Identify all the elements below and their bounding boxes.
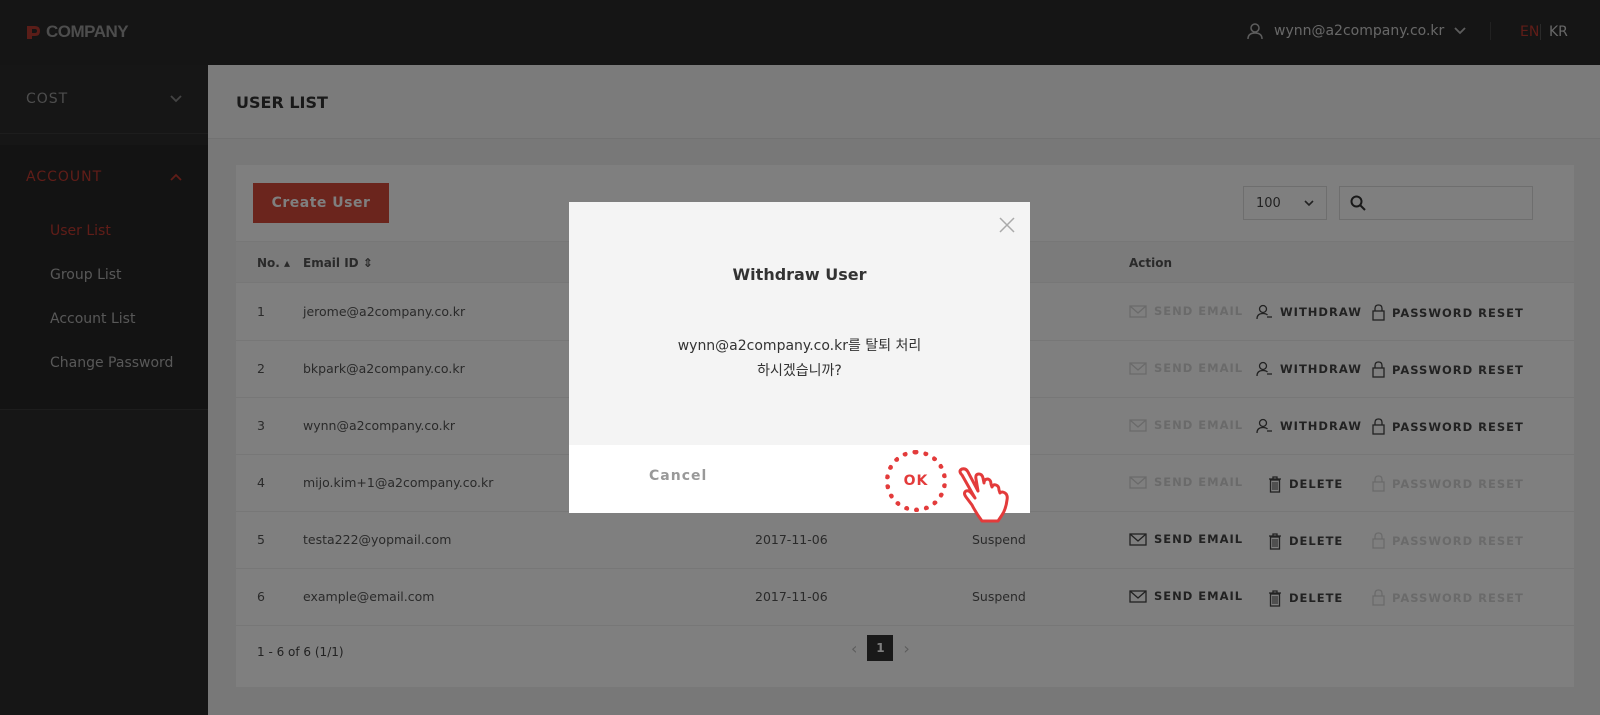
modal-message-line: wynn@a2company.co.kr를 탈퇴 처리 xyxy=(677,338,922,354)
ok-button[interactable]: OK xyxy=(885,450,947,512)
cancel-button[interactable]: Cancel xyxy=(649,468,707,484)
modal-message-line: 하시겠습니까? xyxy=(757,363,842,379)
ok-label: OK xyxy=(903,473,929,489)
pointing-hand-icon xyxy=(958,467,1009,523)
withdraw-user-modal: Withdraw User wynn@a2company.co.kr를 탈퇴 처… xyxy=(569,202,1030,523)
modal-title: Withdraw User xyxy=(732,265,867,284)
modal-footer: Cancel OK xyxy=(569,445,1030,523)
close-icon[interactable] xyxy=(998,216,1016,234)
modal-message: wynn@a2company.co.kr를 탈퇴 처리 하시겠습니까? xyxy=(569,334,1030,384)
